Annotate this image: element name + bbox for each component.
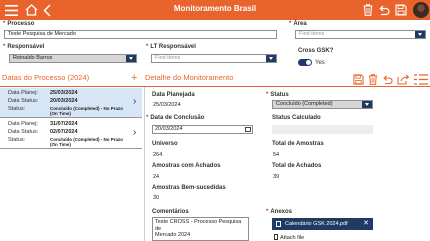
comentarios-label: Comentários bbox=[152, 209, 189, 215]
comentarios-textarea[interactable]: Teste CROSS - Processo Pesquisa de Merca… bbox=[152, 217, 249, 241]
left-panel-title: Datas do Processo (2024) bbox=[2, 73, 90, 82]
responsavel-dropdown[interactable]: Reinaldo Barros bbox=[9, 54, 137, 63]
data-conclusao-input[interactable]: 20/03/2024 bbox=[152, 125, 253, 134]
area-chevron-down-icon[interactable] bbox=[415, 31, 425, 38]
close-icon[interactable]: ✕ bbox=[363, 218, 369, 230]
li-planned-label: Data Planej: bbox=[8, 90, 38, 96]
add-icon[interactable]: + bbox=[131, 73, 137, 84]
list-icon[interactable] bbox=[413, 73, 428, 85]
total-amostras-value: 54 bbox=[273, 152, 280, 158]
responsavel-value: Reinaldo Barros bbox=[13, 55, 53, 61]
processo-label: * Processo bbox=[3, 21, 35, 27]
amostras-bem-value: 30 bbox=[153, 195, 160, 201]
status-label: * Status bbox=[266, 92, 289, 98]
anexos-label: * Anexos bbox=[266, 209, 293, 215]
status-chevron-down-icon[interactable] bbox=[362, 101, 372, 108]
total-achados-value: 39 bbox=[273, 174, 280, 180]
detail-delete-icon[interactable] bbox=[367, 73, 378, 85]
calendar-icon[interactable] bbox=[245, 127, 251, 132]
data-conclusao-value: 20/03/2024 bbox=[155, 126, 183, 132]
top-bar: Monitoramento Brasil bbox=[0, 0, 430, 20]
li-status-label: Status: bbox=[8, 137, 26, 143]
status-calculado-label: Status Calculado bbox=[272, 115, 321, 121]
total-amostras-label: Total de Amostras bbox=[272, 141, 324, 147]
li-status-date-value: 20/03/2024 bbox=[50, 98, 78, 104]
paperclip-icon bbox=[274, 234, 278, 240]
detail-undo-icon[interactable] bbox=[381, 73, 393, 85]
comentarios-line-1: Teste CROSS - Processo Pesquisa de bbox=[155, 219, 242, 232]
cross-gsk-toggle-label: Yes bbox=[315, 60, 325, 66]
home-icon[interactable] bbox=[23, 2, 39, 18]
attachment-item[interactable]: Calendário GSK 2024.pdf ✕ bbox=[272, 218, 373, 230]
lt-chevron-down-icon[interactable] bbox=[266, 55, 276, 62]
area-dropdown[interactable]: Find items bbox=[295, 30, 426, 39]
cross-gsk-toggle[interactable] bbox=[298, 59, 312, 66]
area-placeholder: Find items bbox=[299, 31, 325, 37]
attachment-name: Calendário GSK 2024.pdf bbox=[285, 221, 348, 227]
li-planned-value: 31/07/2024 bbox=[50, 121, 78, 127]
share-icon[interactable] bbox=[396, 73, 410, 85]
detail-panel-title: Detalhe do Monitoramento bbox=[145, 73, 234, 82]
back-icon[interactable] bbox=[41, 2, 53, 18]
status-value: Concluído (Completed) bbox=[276, 101, 333, 107]
lt-placeholder: Find items bbox=[155, 55, 181, 61]
attach-file-link[interactable]: Attach file bbox=[274, 234, 304, 241]
lt-responsavel-label: * LT Responsável bbox=[146, 44, 196, 50]
undo-icon[interactable] bbox=[377, 2, 391, 18]
area-label: * Área bbox=[289, 21, 307, 27]
data-conclusao-label: * Data de Conclusão bbox=[146, 115, 205, 121]
li-planned-label: Data Planej: bbox=[8, 121, 38, 127]
chevron-right-icon[interactable]: › bbox=[133, 96, 136, 107]
detail-save-icon[interactable] bbox=[352, 73, 364, 85]
panel-divider bbox=[144, 87, 145, 241]
comentarios-line-2: Mercado 2024 bbox=[155, 232, 191, 238]
data-planejada-label: Data Planejada bbox=[152, 92, 195, 98]
status-dropdown[interactable]: Concluído (Completed) bbox=[272, 100, 373, 109]
amostras-achados-value: 24 bbox=[153, 174, 160, 180]
total-achados-label: Total de Achados bbox=[272, 163, 322, 169]
lt-responsavel-dropdown[interactable]: Find items bbox=[151, 54, 277, 63]
li-status-date-label: Data Status: bbox=[8, 129, 39, 135]
amostras-achados-label: Amostras com Achados bbox=[152, 163, 221, 169]
li-status-date-label: Data Status: bbox=[8, 98, 39, 104]
user-avatar[interactable] bbox=[413, 2, 429, 18]
universo-value: 264 bbox=[153, 152, 163, 158]
responsavel-chevron-down-icon[interactable] bbox=[126, 55, 136, 62]
li-planned-value: 25/03/2024 bbox=[50, 90, 78, 96]
li-status-date-value: 02/07/2024 bbox=[50, 129, 78, 135]
li-status-label: Status: bbox=[8, 106, 26, 112]
status-calculado-value bbox=[272, 125, 373, 134]
save-icon[interactable] bbox=[394, 2, 408, 18]
li-status-value: Concluído (Completed) - No Prazo (On Time… bbox=[50, 106, 123, 116]
data-planejada-value: 25/03/2024 bbox=[153, 102, 181, 108]
processo-input[interactable]: Teste Pesquisa de Mercado bbox=[4, 30, 277, 39]
list-item[interactable]: Data Planej: 31/07/2024 Data Status: 02/… bbox=[0, 119, 142, 149]
chevron-right-icon[interactable]: › bbox=[133, 127, 136, 138]
amostras-bem-label: Amostras Bem-sucedidas bbox=[152, 185, 226, 191]
delete-icon[interactable] bbox=[361, 2, 374, 18]
li-status-value: Concluído (Completed) - No Prazo (On Time… bbox=[50, 137, 123, 147]
responsavel-label: * Responsável bbox=[3, 44, 45, 50]
section-divider bbox=[0, 86, 430, 87]
file-icon bbox=[276, 221, 281, 227]
menu-icon[interactable] bbox=[3, 2, 19, 18]
list-item[interactable]: Data Planej: 25/03/2024 Data Status: 20/… bbox=[0, 88, 142, 118]
universo-label: Universo bbox=[152, 141, 178, 147]
cross-gsk-label: Cross GSK? bbox=[298, 48, 334, 54]
